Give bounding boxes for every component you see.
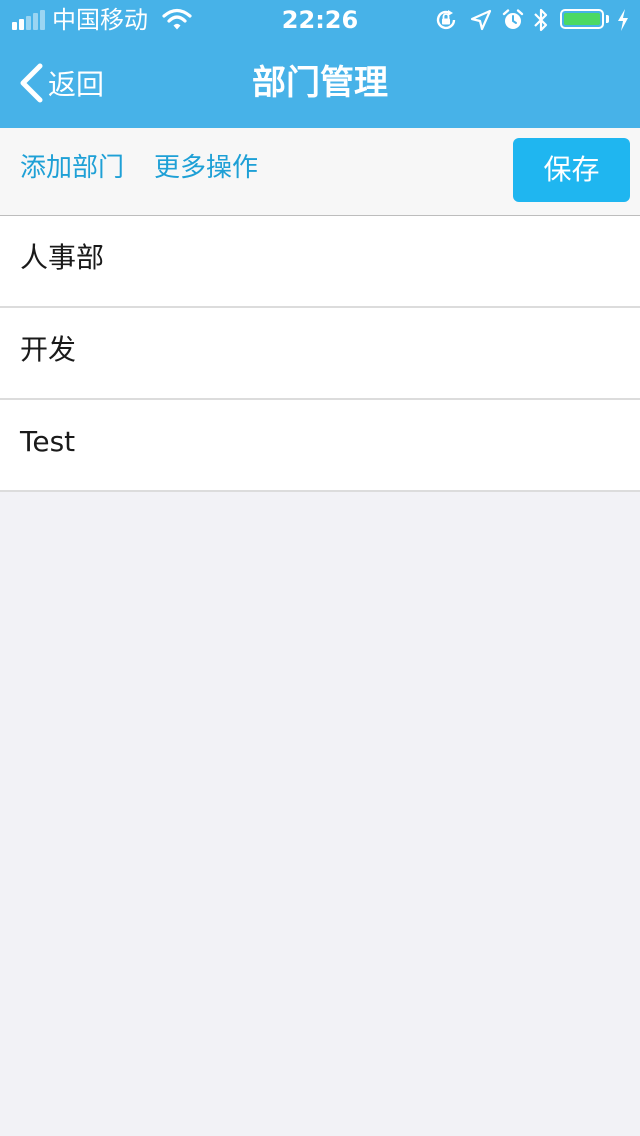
battery-tip: [606, 15, 609, 23]
page-title: 部门管理: [252, 63, 388, 103]
department-name: 开发: [20, 333, 77, 366]
bluetooth-icon: [532, 7, 550, 37]
charging-icon: [616, 8, 630, 36]
nav-bar: 返回 部门管理: [0, 40, 640, 128]
status-bar: 中国移动 22:26: [0, 0, 640, 40]
orientation-lock-icon: [434, 8, 458, 36]
list-item[interactable]: 人事部: [0, 216, 640, 308]
battery-icon: [560, 9, 604, 29]
list-item[interactable]: 开发: [0, 308, 640, 400]
action-toolbar: 添加部门 更多操作 保存: [0, 128, 640, 216]
more-actions-link[interactable]: 更多操作: [154, 148, 258, 188]
location-arrow-icon: [470, 9, 492, 35]
department-name: Test: [20, 425, 76, 458]
alarm-icon: [501, 8, 525, 36]
department-name: 人事部: [20, 241, 105, 274]
list-item[interactable]: Test: [0, 400, 640, 492]
battery-fill: [564, 13, 600, 25]
save-button[interactable]: 保存: [513, 138, 630, 202]
app-header: 中国移动 22:26 返回 部门管理: [0, 0, 640, 128]
add-department-link[interactable]: 添加部门: [20, 148, 124, 188]
department-list: 人事部 开发 Test: [0, 216, 640, 492]
